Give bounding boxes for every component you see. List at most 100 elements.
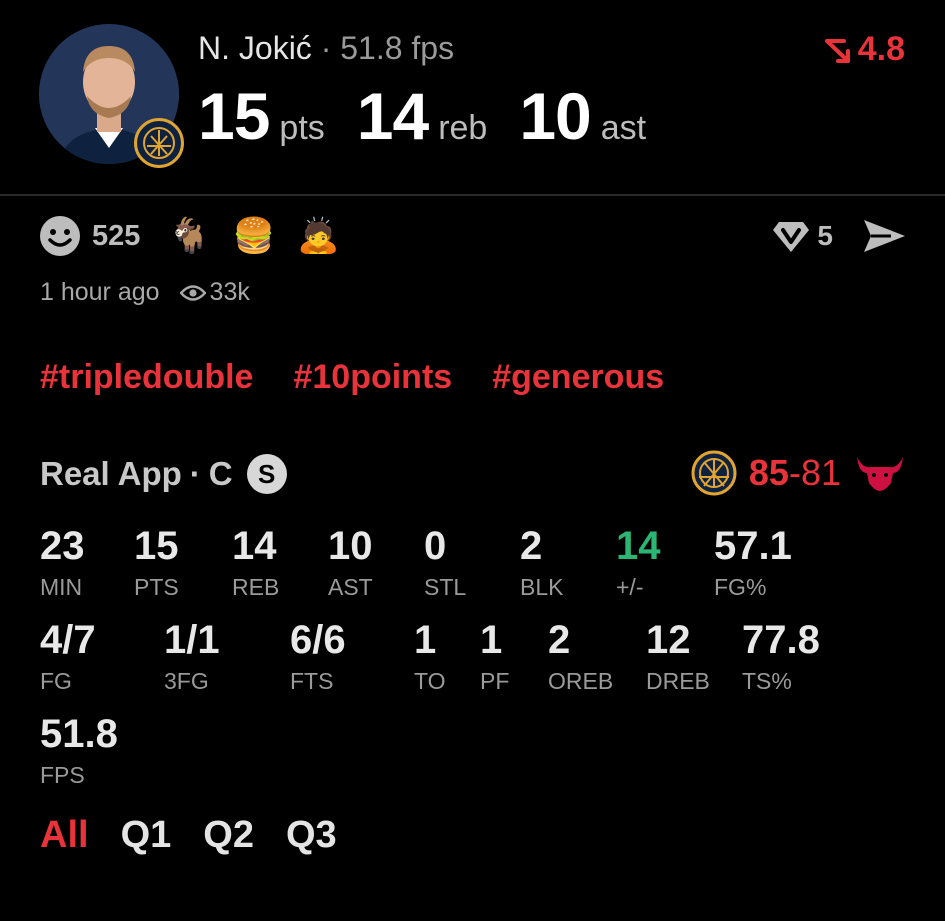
stat-ts-pct: 77.8 TS% — [742, 620, 820, 695]
hashtag-tripledouble[interactable]: #tripledouble — [40, 358, 253, 397]
player-name-line[interactable]: N. Jokić · 51.8 fps — [198, 30, 454, 67]
rating-value: 4.8 — [857, 30, 905, 68]
stat-3fg: 1/1 3FG — [164, 620, 220, 695]
trend-down-icon — [824, 38, 850, 63]
stat-label: AST — [328, 574, 373, 600]
stat-label: STL — [424, 574, 467, 600]
stat-value: 23 — [40, 524, 85, 568]
stat-value: 0 — [424, 524, 447, 568]
stat-label: FPS — [40, 762, 85, 788]
stat-label: TO — [414, 668, 446, 694]
headline-points-value: 15 — [198, 79, 270, 153]
stat-fg-pct: 57.1 FG% — [714, 526, 792, 601]
tab-q3[interactable]: Q3 — [286, 814, 337, 857]
stat-fps: 51.8 FPS — [40, 714, 118, 789]
game-source: Real App · C S — [40, 454, 287, 494]
app-separator: · — [189, 455, 201, 492]
stat-value: 12 — [646, 618, 691, 662]
view-count: 33k — [209, 278, 250, 306]
stat-ast: 10 AST — [328, 526, 373, 601]
stat-label: REB — [232, 574, 280, 600]
stat-value: 57.1 — [714, 524, 792, 568]
stat-value: 14 — [232, 524, 277, 568]
headline-rebounds-unit: reb — [438, 109, 488, 147]
stat-value: 2 — [548, 618, 571, 662]
headline-assists-unit: ast — [600, 109, 647, 147]
player-rating: 4.8 — [824, 30, 905, 69]
player-position: C — [208, 455, 233, 492]
quarter-tabs: All Q1 Q2 Q3 — [40, 814, 337, 857]
stat-value: 51.8 — [40, 712, 118, 756]
game-score[interactable]: 85-81 — [691, 450, 905, 496]
post-time: 1 hour ago — [40, 278, 160, 306]
goat-emoji-icon[interactable]: 🐐 — [168, 219, 210, 253]
app-name: Real App — [40, 455, 182, 492]
player-name: N. Jokić — [198, 30, 312, 66]
nuggets-logo-icon — [691, 450, 737, 496]
stat-label: 3FG — [164, 668, 209, 694]
player-fps: 51.8 fps — [340, 30, 455, 66]
stat-value: 14 — [616, 524, 661, 568]
score-home: 85 — [748, 452, 789, 493]
stat-value: 1 — [480, 618, 503, 662]
stat-plus-minus: 14 +/- — [616, 526, 661, 601]
stat-label: DREB — [646, 668, 710, 694]
stat-reb: 14 REB — [232, 526, 279, 601]
smiley-icon[interactable] — [38, 214, 82, 258]
headline-rebounds-value: 14 — [356, 79, 429, 153]
bulls-logo-icon — [857, 457, 903, 491]
stat-value: 1 — [414, 618, 437, 662]
hashtag-list: #tripledouble #10points #generous — [40, 358, 664, 397]
nuggets-logo-icon — [134, 118, 184, 168]
reaction-count: 525 — [92, 219, 141, 252]
send-icon[interactable] — [861, 216, 907, 256]
hashtag-10points[interactable]: #10points — [293, 358, 452, 397]
stat-pf: 1 PF — [480, 620, 509, 695]
reaction-bar: 525 🐐 🍔 🙇 5 — [38, 214, 907, 258]
stat-label: FG% — [714, 574, 767, 600]
comment-icon[interactable] — [771, 216, 811, 256]
stat-fg: 4/7 FG — [40, 620, 96, 695]
tab-all[interactable]: All — [40, 814, 89, 857]
stat-value: 2 — [520, 524, 543, 568]
stat-label: TS% — [742, 668, 792, 694]
stat-value: 15 — [134, 524, 179, 568]
stat-value: 1/1 — [164, 618, 220, 662]
stat-to: 1 TO — [414, 620, 446, 695]
stat-min: 23 MIN — [40, 526, 85, 601]
score-dash: - — [788, 452, 801, 493]
stat-oreb: 2 OREB — [548, 620, 613, 695]
stat-pts: 15 PTS — [134, 526, 179, 601]
score-away: 81 — [800, 452, 841, 493]
status-badge: S — [246, 454, 287, 494]
stat-label: FTS — [290, 668, 334, 694]
stat-label: BLK — [520, 574, 564, 600]
stat-stl: 0 STL — [424, 526, 466, 601]
comment-count: 5 — [817, 220, 833, 251]
stat-blk: 2 BLK — [520, 526, 563, 601]
stat-label: OREB — [548, 668, 614, 694]
section-divider — [0, 194, 945, 196]
tab-q2[interactable]: Q2 — [203, 814, 254, 857]
player-sticker-icon[interactable]: 🙇 — [297, 219, 339, 253]
hashtag-generous[interactable]: #generous — [492, 358, 664, 397]
stat-fts: 6/6 FTS — [290, 620, 346, 695]
stat-label: FG — [40, 668, 72, 694]
stat-label: MIN — [40, 574, 83, 600]
stat-label: PF — [480, 668, 510, 694]
post-meta: 1 hour ago 33k — [40, 278, 250, 307]
score-text: 85-81 — [749, 452, 841, 494]
headline-stats: 15 pts 14 reb 10 ast — [198, 78, 678, 154]
burger-emoji-icon[interactable]: 🍔 — [233, 219, 275, 253]
stat-value: 6/6 — [290, 618, 346, 662]
post-actions: 5 — [771, 216, 907, 256]
stat-dreb: 12 DREB — [646, 620, 710, 695]
headline-points-unit: pts — [279, 109, 325, 147]
stat-value: 10 — [328, 524, 373, 568]
stat-value: 4/7 — [40, 618, 96, 662]
stat-label: +/- — [616, 574, 644, 600]
headline-assists-value: 10 — [519, 79, 591, 153]
name-separator: · — [320, 30, 332, 66]
stat-value: 77.8 — [742, 618, 820, 662]
tab-q1[interactable]: Q1 — [121, 814, 172, 857]
